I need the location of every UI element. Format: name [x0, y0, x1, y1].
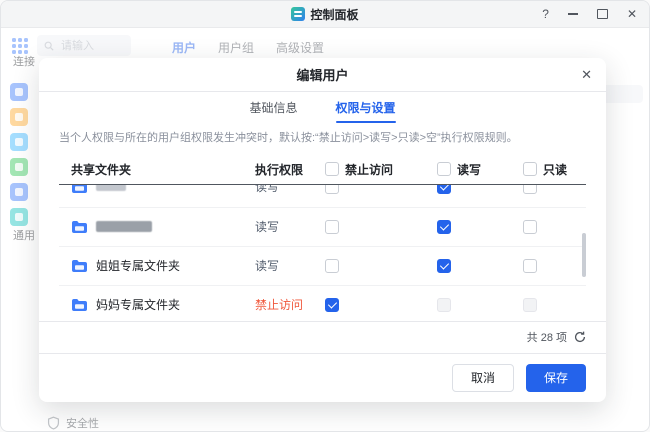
redacted-folder-name [96, 221, 152, 232]
maximize-icon[interactable] [596, 9, 608, 19]
redacted-folder-name [96, 184, 126, 191]
dialog-title: 编辑用户 [296, 68, 349, 83]
folder-icon [71, 220, 88, 234]
cancel-button[interactable]: 取消 [451, 363, 514, 392]
minimize-icon[interactable] [567, 13, 578, 15]
table-row: 姐姐专属文件夹 读写 [59, 247, 586, 286]
readwrite-checkbox[interactable] [437, 219, 451, 234]
permission-text: 读写 [255, 184, 280, 195]
item-count: 共 28 项 [526, 332, 567, 344]
folder-name: 妈妈专属文件夹 [96, 298, 181, 312]
control-panel-icon [291, 7, 306, 21]
table-body: 读写 读写 姐姐专属文件夹 读写 妈妈专属文件夹 禁止访问 [59, 184, 586, 321]
help-icon[interactable]: ? [542, 8, 549, 20]
table-row: 妈妈专属文件夹 禁止访问 [59, 286, 586, 321]
folder-icon [71, 298, 88, 312]
col-exec-permission: 执行权限 [255, 162, 304, 177]
select-all-readonly-checkbox[interactable] [523, 162, 537, 176]
table-row: 读写 [59, 208, 586, 247]
col-shared-folder: 共享文件夹 [71, 162, 132, 177]
deny-checkbox[interactable] [325, 297, 339, 312]
close-dialog-icon[interactable]: ✕ [581, 58, 592, 91]
permission-rule-notice: 当个人权限与所在的用户组权限发生冲突时，默认按:“禁止访问>读写>只读>空”执行… [59, 132, 518, 144]
folder-icon [71, 259, 88, 273]
close-window-icon[interactable]: ✕ [627, 8, 637, 20]
tab-basic-info[interactable]: 基础信息 [249, 92, 297, 123]
app-window: 控制面板 ? ✕ 用户 用户组 高级设置 连接 通用 [0, 0, 650, 432]
readwrite-checkbox[interactable] [437, 258, 451, 273]
tab-permissions[interactable]: 权限与设置 [335, 92, 396, 123]
dialog-tabs: 基础信息 权限与设置 [39, 92, 606, 123]
table-header: 共享文件夹 执行权限 禁止访问 读写 只读 [59, 155, 586, 185]
shared-folder-table: 共享文件夹 执行权限 禁止访问 读写 只读 读写 读写 姐姐专属文件夹 读写 妈妈专属文… [59, 155, 586, 321]
select-all-deny-checkbox[interactable] [325, 162, 339, 176]
readonly-checkbox[interactable] [523, 184, 537, 194]
deny-checkbox[interactable] [325, 184, 339, 194]
readwrite-checkbox[interactable] [437, 297, 451, 312]
save-button[interactable]: 保存 [525, 363, 586, 392]
refresh-icon[interactable] [574, 331, 586, 343]
col-readwrite: 读写 [457, 162, 482, 177]
readwrite-checkbox[interactable] [437, 184, 451, 194]
col-readonly: 只读 [543, 162, 568, 177]
permission-text: 禁止访问 [255, 298, 304, 312]
permission-text: 读写 [255, 220, 280, 234]
folder-icon [71, 184, 88, 194]
window-title: 控制面板 [310, 7, 359, 22]
select-all-readwrite-checkbox[interactable] [437, 162, 451, 176]
readonly-checkbox[interactable] [523, 258, 537, 273]
vertical-scrollbar[interactable] [582, 232, 586, 277]
table-row: 读写 [59, 184, 586, 208]
deny-checkbox[interactable] [325, 219, 339, 234]
permission-text: 读写 [255, 259, 280, 273]
readonly-checkbox[interactable] [523, 219, 537, 234]
window-title-group: 控制面板 [291, 6, 359, 23]
deny-checkbox[interactable] [325, 258, 339, 273]
title-bar: 控制面板 ? ✕ [1, 1, 649, 28]
folder-name: 姐姐专属文件夹 [96, 259, 181, 273]
readonly-checkbox[interactable] [523, 297, 537, 312]
col-deny-access: 禁止访问 [345, 162, 394, 177]
edit-user-dialog: 编辑用户 ✕ 基础信息 权限与设置 当个人权限与所在的用户组权限发生冲突时，默认… [39, 58, 606, 402]
